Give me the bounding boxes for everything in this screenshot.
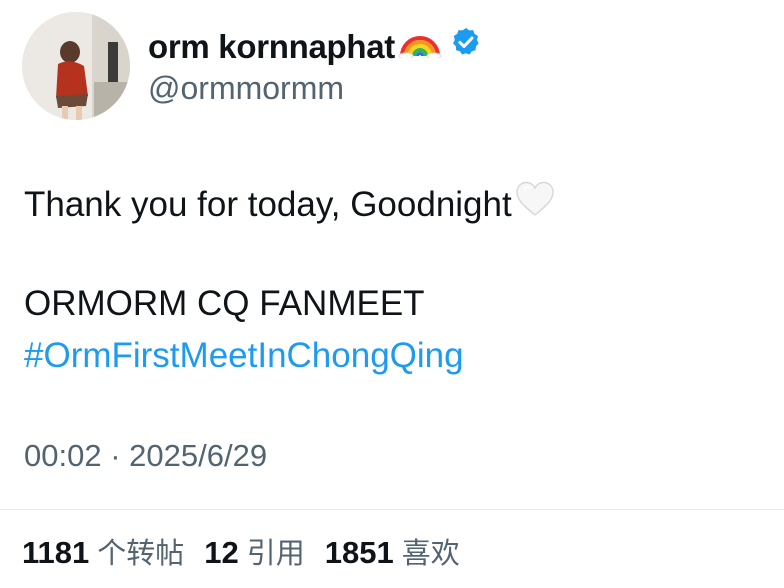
divider (0, 509, 784, 510)
retweets-stat[interactable]: 1181 个转帖 (22, 532, 184, 574)
quotes-stat[interactable]: 12 引用 (204, 532, 305, 574)
display-name[interactable]: orm kornnaphat (148, 26, 482, 67)
verified-icon[interactable] (450, 26, 482, 67)
avatar[interactable] (22, 12, 130, 120)
white-heart-icon (514, 180, 556, 229)
likes-count: 1851 (324, 535, 394, 570)
hashtag-link[interactable]: #OrmFirstMeetInChongQing (24, 334, 464, 378)
engagement-stats: 1181 个转帖 12 引用 1851 喜欢 (22, 532, 460, 574)
tweet-text-line: Thank you for today, Goodnight (24, 180, 556, 229)
retweets-label: 个转帖 (97, 536, 185, 570)
tweet-text: Thank you for today, Goodnight (24, 184, 512, 224)
timestamp-separator: · (110, 438, 121, 473)
quotes-label: 引用 (246, 536, 305, 570)
profile-photo (22, 12, 130, 120)
quotes-count: 12 (204, 535, 239, 570)
tweet-timestamp[interactable]: 00:02 · 2025/6/29 (24, 435, 267, 477)
likes-label: 喜欢 (401, 536, 460, 570)
display-name-text: orm kornnaphat (148, 27, 395, 65)
tweet-text: ORMORM CQ FANMEET (24, 284, 425, 323)
rainbow-icon (398, 26, 442, 67)
likes-stat[interactable]: 1851 喜欢 (325, 532, 460, 574)
timestamp-date: 2025/6/29 (129, 438, 268, 473)
retweets-count: 1181 (22, 535, 90, 570)
timestamp-time: 00:02 (24, 438, 102, 473)
user-handle[interactable]: @ormmormm (148, 68, 344, 108)
